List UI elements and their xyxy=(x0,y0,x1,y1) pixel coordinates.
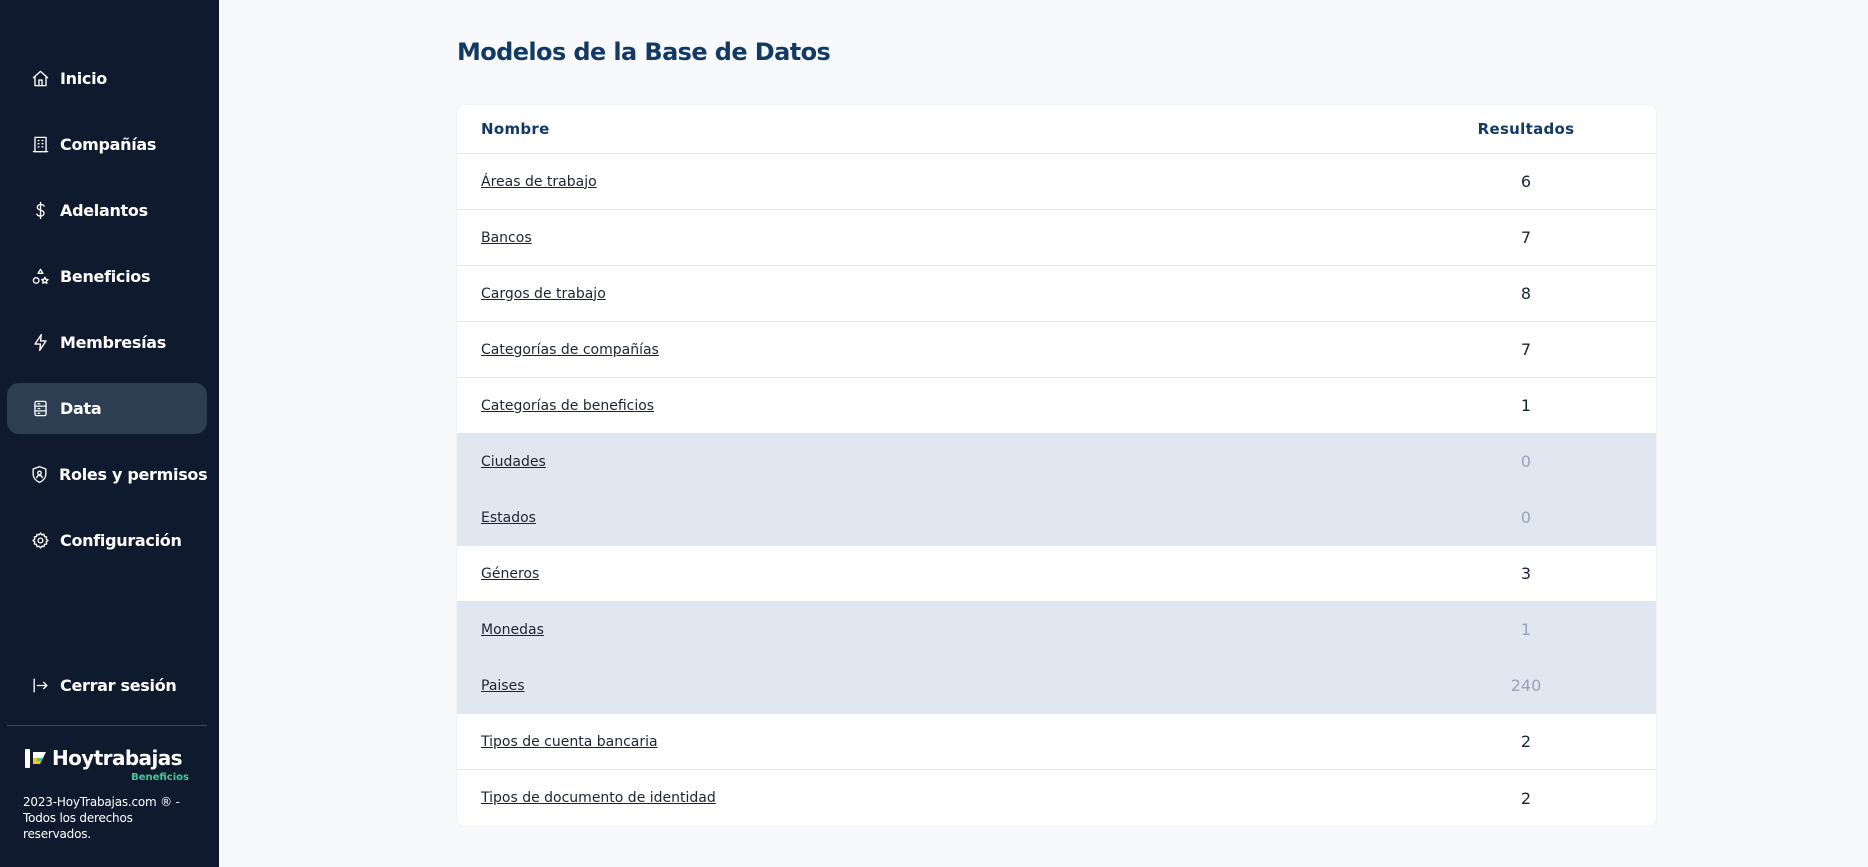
sidebar-item-label: Adelantos xyxy=(60,201,148,220)
model-name-cell: Categorías de compañías xyxy=(481,342,1481,358)
model-name-cell: Estados xyxy=(481,510,1481,526)
sidebar-item-beneficios[interactable]: Beneficios xyxy=(7,251,207,302)
sidebar-item-label: Data xyxy=(60,399,102,418)
model-link[interactable]: Tipos de documento de identidad xyxy=(481,790,716,806)
dollar-icon xyxy=(30,201,50,221)
model-link[interactable]: Estados xyxy=(481,510,536,526)
copyright-text: 2023-HoyTrabajas.com ® - Todos los derec… xyxy=(23,795,180,841)
sidebar-item-label: Configuración xyxy=(60,531,182,550)
model-name-cell: Tipos de cuenta bancaria xyxy=(481,734,1481,750)
model-name-cell: Ciudades xyxy=(481,454,1481,470)
table-row: Tipos de cuenta bancaria 2 xyxy=(457,714,1656,770)
logout-label: Cerrar sesión xyxy=(60,676,177,695)
table-row: Estados 0 xyxy=(457,490,1656,546)
logout-icon xyxy=(30,676,50,696)
database-icon xyxy=(30,399,50,419)
model-link[interactable]: Categorías de compañías xyxy=(481,342,659,358)
bolt-icon xyxy=(30,333,50,353)
model-name-cell: Monedas xyxy=(481,622,1481,638)
sidebar-item-configuracion[interactable]: Configuración xyxy=(7,515,207,566)
column-header-name: Nombre xyxy=(481,120,550,138)
sidebar-item-companias[interactable]: Compañías xyxy=(7,119,207,170)
model-link[interactable]: Categorías de beneficios xyxy=(481,398,654,414)
table-row: Bancos 7 xyxy=(457,210,1656,266)
home-icon xyxy=(30,69,50,89)
model-name-cell: Cargos de trabajo xyxy=(481,286,1481,302)
gear-icon xyxy=(30,531,50,551)
sidebar-item-adelantos[interactable]: Adelantos xyxy=(7,185,207,236)
sidebar-item-inicio[interactable]: Inicio xyxy=(7,53,207,104)
model-name-cell: Tipos de documento de identidad xyxy=(481,790,1481,806)
model-link[interactable]: Bancos xyxy=(481,230,532,246)
table-row: Categorías de beneficios 1 xyxy=(457,378,1656,434)
model-link[interactable]: Géneros xyxy=(481,566,539,582)
model-name-cell: Paises xyxy=(481,678,1481,694)
brand-subtitle: Beneficios xyxy=(131,772,189,783)
table-row: Categorías de compañías 7 xyxy=(457,322,1656,378)
model-link[interactable]: Monedas xyxy=(481,622,544,638)
model-link[interactable]: Ciudades xyxy=(481,454,546,470)
model-name-cell: Géneros xyxy=(481,566,1481,582)
table-row: Géneros 3 xyxy=(457,546,1656,602)
sidebar-item-label: Membresías xyxy=(60,333,166,352)
table-body: Áreas de trabajo 6 Bancos 7 Cargos de trabaj… xyxy=(457,154,1656,826)
sidebar-item-roles[interactable]: Roles y permisos xyxy=(7,449,208,500)
model-name-cell: Áreas de trabajo xyxy=(481,174,1481,190)
model-link[interactable]: Tipos de cuenta bancaria xyxy=(481,734,658,750)
model-link[interactable]: Áreas de trabajo xyxy=(481,174,597,190)
brand-name: Hoytrabajas xyxy=(52,746,183,770)
brand-logo: Hoytrabajas Beneficios xyxy=(24,744,194,784)
model-name-cell: Categorías de beneficios xyxy=(481,398,1481,414)
model-name-cell: Bancos xyxy=(481,230,1481,246)
table-row: Áreas de trabajo 6 xyxy=(457,154,1656,210)
model-link[interactable]: Paises xyxy=(481,678,524,694)
logout-button[interactable]: Cerrar sesión xyxy=(7,660,207,711)
models-table: Nombre Resultados Áreas de trabajo 6 Banco… xyxy=(457,105,1656,826)
table-row: Cargos de trabajo 8 xyxy=(457,266,1656,322)
table-row: Tipos de documento de identidad 2 xyxy=(457,770,1656,826)
sidebar: Inicio Compañías Adelantos Beneficios Me… xyxy=(0,0,219,867)
page-title: Modelos de la Base de Datos xyxy=(457,38,831,66)
sidebar-item-label: Compañías xyxy=(60,135,157,154)
table-row: Ciudades 0 xyxy=(457,434,1656,490)
model-link[interactable]: Cargos de trabajo xyxy=(481,286,606,302)
sidebar-item-membresias[interactable]: Membresías xyxy=(7,317,207,368)
building-icon xyxy=(30,135,50,155)
table-row: Paises 240 xyxy=(457,658,1656,714)
brand-mark-icon xyxy=(25,749,46,768)
table-header: Nombre Resultados xyxy=(457,105,1656,154)
sidebar-divider xyxy=(7,725,207,726)
table-row: Monedas 1 xyxy=(457,602,1656,658)
sidebar-item-label: Beneficios xyxy=(60,267,151,286)
sidebar-item-data[interactable]: Data xyxy=(7,383,207,434)
shield-icon xyxy=(30,465,49,485)
sidebar-item-label: Inicio xyxy=(60,69,107,88)
sidebar-item-label: Roles y permisos xyxy=(59,465,208,484)
shapes-icon xyxy=(30,267,50,287)
